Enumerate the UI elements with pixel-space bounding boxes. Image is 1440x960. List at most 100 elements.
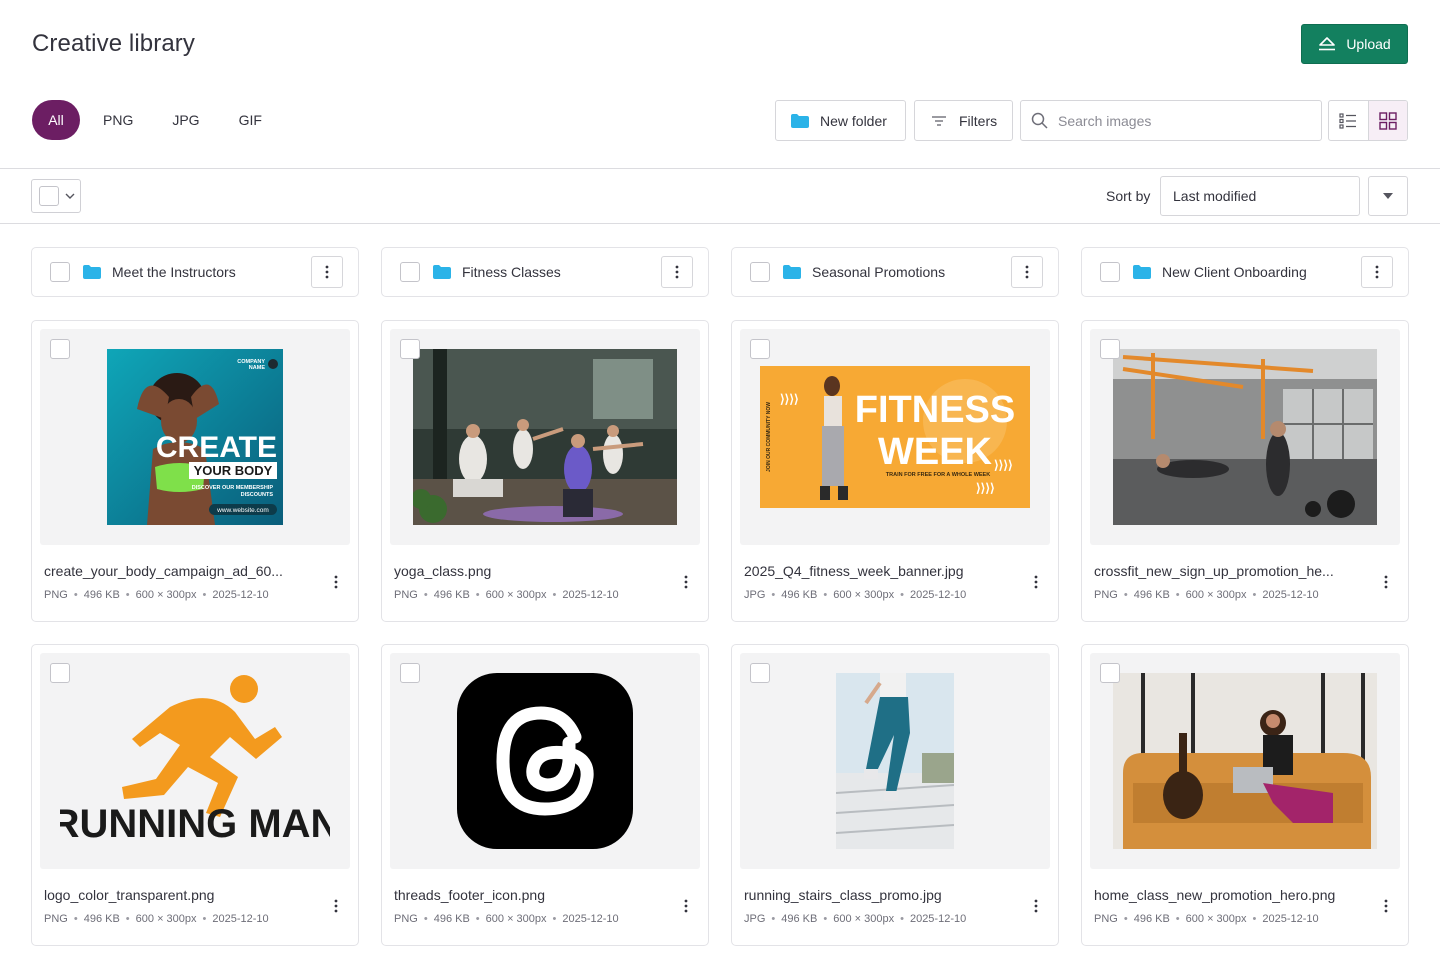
tab-all[interactable]: All [32, 100, 80, 140]
search-input[interactable] [1058, 112, 1308, 129]
file-menu-button[interactable] [1370, 566, 1402, 598]
folder-menu-button[interactable] [1361, 256, 1393, 288]
grid-view-button[interactable] [1367, 101, 1407, 140]
yoga-class-photo [413, 349, 677, 525]
separator-dot-icon: • [1252, 913, 1257, 925]
new-folder-label: New folder [820, 112, 887, 129]
image-card[interactable]: threads_footer_icon.png PNG • 496 KB • 600… [381, 644, 709, 946]
threads-logo-icon [457, 673, 633, 849]
image-card[interactable]: RUNNING MAN logo_color_transparent.png P… [31, 644, 359, 946]
upload-label: Upload [1346, 36, 1391, 52]
svg-text:CREATE: CREATE [156, 431, 277, 464]
file-menu-button[interactable] [1020, 890, 1052, 922]
image-checkbox[interactable] [400, 339, 420, 359]
file-dimensions: 600 × 300px [135, 913, 197, 925]
svg-text:www.website.com: www.website.com [216, 507, 269, 514]
more-vertical-icon [1034, 899, 1038, 913]
separator-dot-icon: • [823, 589, 828, 601]
folder-icon [433, 265, 451, 279]
file-name: home_class_new_promotion_hero.png [1094, 887, 1336, 903]
folder-menu-button[interactable] [1011, 256, 1043, 288]
file-menu-button[interactable] [670, 566, 702, 598]
more-vertical-icon [1375, 265, 1379, 279]
file-menu-button[interactable] [320, 890, 352, 922]
file-size: 496 KB [83, 913, 120, 925]
tab-jpg[interactable]: JPG [156, 100, 215, 140]
image-thumbnail[interactable]: JOIN OUR COMMUNITY NOW ⟩⟩⟩⟩ FITNESS WEEK… [740, 329, 1050, 545]
svg-text:JOIN OUR COMMUNITY NOW: JOIN OUR COMMUNITY NOW [766, 402, 772, 472]
file-menu-button[interactable] [670, 890, 702, 922]
image-checkbox[interactable] [1100, 663, 1120, 683]
image-checkbox[interactable] [750, 663, 770, 683]
more-vertical-icon [334, 899, 338, 913]
folder-card[interactable]: Seasonal Promotions [731, 247, 1059, 297]
filters-button[interactable]: Filters [914, 100, 1013, 141]
tab-png[interactable]: PNG [87, 100, 149, 140]
sort-select[interactable]: Last modified [1160, 176, 1360, 216]
image-thumbnail[interactable] [390, 653, 700, 869]
tab-gif[interactable]: GIF [223, 100, 278, 140]
folder-checkbox[interactable] [50, 262, 70, 282]
campaign-ad-image: COMPANY NAME CREATE YOUR BODY DISCOVER O… [107, 349, 283, 525]
image-card[interactable]: JOIN OUR COMMUNITY NOW ⟩⟩⟩⟩ FITNESS WEEK… [731, 320, 1059, 622]
file-dimensions: 600 × 300px [1185, 589, 1247, 601]
new-folder-button[interactable]: New folder [775, 100, 906, 141]
image-card[interactable]: running_stairs_class_promo.jpg JPG • 496 … [731, 644, 1059, 946]
image-card[interactable]: crossfit_new_sign_up_promotion_he... PNG… [1081, 320, 1409, 622]
separator-dot-icon: • [823, 913, 828, 925]
file-dimensions: 600 × 300px [485, 913, 547, 925]
image-card[interactable]: COMPANY NAME CREATE YOUR BODY DISCOVER O… [31, 320, 359, 622]
folder-card[interactable]: Fitness Classes [381, 247, 709, 297]
image-checkbox[interactable] [400, 663, 420, 683]
sort-label: Sort by [1106, 188, 1151, 204]
chevron-down-icon [65, 193, 75, 199]
image-thumbnail[interactable]: COMPANY NAME CREATE YOUR BODY DISCOVER O… [40, 329, 350, 545]
folder-checkbox[interactable] [400, 262, 420, 282]
image-thumbnail[interactable]: RUNNING MAN [40, 653, 350, 869]
sort-dropdown-button[interactable] [1368, 176, 1408, 216]
file-size: 496 KB [1133, 913, 1170, 925]
svg-text:NAME: NAME [249, 365, 266, 371]
file-meta: PNG • 496 KB • 600 × 300px • 2025-12-10 [394, 913, 619, 925]
folder-name: Seasonal Promotions [812, 264, 946, 280]
image-checkbox[interactable] [750, 339, 770, 359]
upload-button[interactable]: Upload [1301, 24, 1408, 64]
file-menu-button[interactable] [320, 566, 352, 598]
folder-checkbox[interactable] [750, 262, 770, 282]
file-date: 2025-12-10 [212, 913, 269, 925]
folder-card[interactable]: Meet the Instructors [31, 247, 359, 297]
fitness-week-banner-image: JOIN OUR COMMUNITY NOW ⟩⟩⟩⟩ FITNESS WEEK… [760, 366, 1030, 508]
select-all-dropdown[interactable] [31, 179, 81, 213]
image-checkbox[interactable] [50, 339, 70, 359]
running-stairs-photo [836, 673, 954, 849]
svg-text:FITNESS: FITNESS [855, 389, 1015, 431]
folder-menu-button[interactable] [661, 256, 693, 288]
image-card[interactable]: home_class_new_promotion_hero.png PNG • 4… [1081, 644, 1409, 946]
filters-label: Filters [959, 112, 998, 129]
image-thumbnail[interactable] [1090, 653, 1400, 869]
file-menu-button[interactable] [1020, 566, 1052, 598]
separator-dot-icon: • [73, 913, 78, 925]
folder-name: New Client Onboarding [1162, 264, 1307, 280]
file-meta: JPG • 496 KB • 600 × 300px • 2025-12-10 [744, 589, 966, 601]
caret-down-icon [1383, 193, 1393, 199]
separator-dot-icon: • [552, 589, 557, 601]
image-thumbnail[interactable] [390, 329, 700, 545]
image-thumbnail[interactable] [740, 653, 1050, 869]
folder-checkbox[interactable] [1100, 262, 1120, 282]
image-card[interactable]: yoga_class.png PNG • 496 KB • 600 × 300px •… [381, 320, 709, 622]
select-all-checkbox[interactable] [39, 186, 59, 206]
separator-dot-icon: • [423, 913, 428, 925]
separator-dot-icon: • [900, 913, 904, 925]
image-thumbnail[interactable] [1090, 329, 1400, 545]
file-menu-button[interactable] [1370, 890, 1402, 922]
file-dimensions: 600 × 300px [485, 589, 547, 601]
file-date: 2025-12-10 [909, 913, 967, 925]
list-view-button[interactable] [1329, 101, 1368, 140]
folder-card[interactable]: New Client Onboarding [1081, 247, 1409, 297]
folder-menu-button[interactable] [311, 256, 343, 288]
image-checkbox[interactable] [50, 663, 70, 683]
file-meta: PNG • 496 KB • 600 × 300px • 2025-12-10 [44, 589, 269, 601]
search-box[interactable] [1020, 100, 1322, 141]
image-checkbox[interactable] [1100, 339, 1120, 359]
